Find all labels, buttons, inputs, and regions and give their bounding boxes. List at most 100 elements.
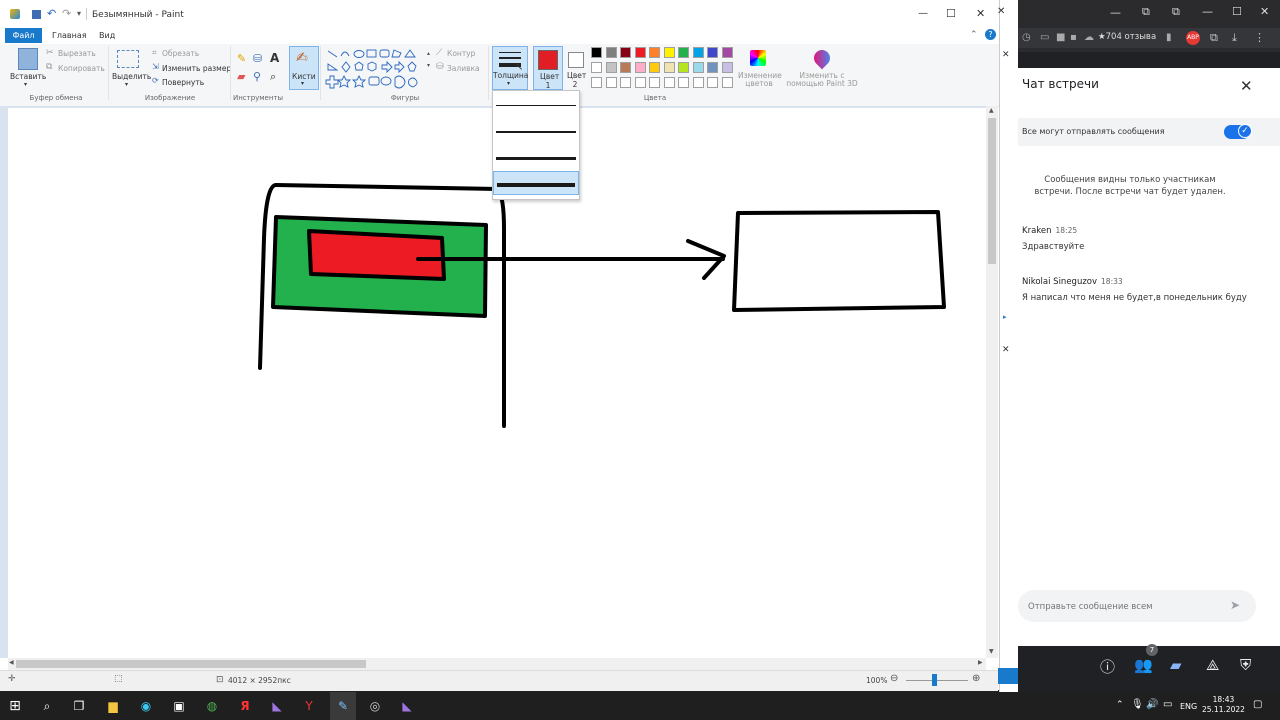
gutter-expand-icon[interactable]: ▸: [1003, 313, 1007, 321]
obs-icon[interactable]: ◎: [366, 697, 384, 715]
palette-swatch[interactable]: [692, 77, 704, 88]
scroll-right-icon[interactable]: ▶: [978, 659, 983, 666]
tray-expand-icon[interactable]: ⌃: [1116, 700, 1124, 710]
edit-colors-button[interactable]: Изменение цветов: [738, 46, 782, 90]
shapes-scroll-down-icon[interactable]: ▾: [427, 62, 430, 69]
fill-bucket-icon[interactable]: ⛁: [253, 52, 262, 65]
palette-swatch[interactable]: [634, 47, 646, 58]
paste-button[interactable]: Вставить: [10, 72, 46, 81]
gutter-close-icon-3[interactable]: ✕: [1002, 345, 1010, 355]
palette-swatch[interactable]: [707, 47, 718, 58]
shapes-gallery[interactable]: [324, 48, 428, 90]
cloud-icon[interactable]: ☁: [1084, 32, 1094, 43]
participants-icon[interactable]: 👥: [1134, 656, 1153, 674]
pencil-icon[interactable]: ✎: [237, 52, 246, 65]
palette-swatch[interactable]: [721, 77, 733, 88]
scroll-down-icon[interactable]: ▼: [989, 648, 994, 655]
palette-swatch[interactable]: [605, 77, 617, 88]
chat-bubble-icon[interactable]: ▪: [1070, 32, 1077, 43]
palette-swatch[interactable]: [649, 77, 660, 88]
tab-view[interactable]: Вид: [99, 31, 115, 40]
menu-icon[interactable]: ⋮: [1254, 31, 1265, 44]
zoom-in-icon[interactable]: ⊕: [972, 673, 980, 684]
rotate-button[interactable]: Повернуть: [162, 78, 204, 87]
select-dropdown-icon[interactable]: ▾: [125, 81, 128, 88]
palette-swatch[interactable]: [707, 77, 718, 88]
zoom-out-icon[interactable]: ⊖: [890, 673, 898, 684]
volume-icon[interactable]: 🔊: [1146, 699, 1158, 710]
palette-swatch[interactable]: [678, 47, 689, 58]
palette-swatch[interactable]: [591, 47, 602, 58]
redo-icon[interactable]: ↷: [62, 7, 71, 20]
browser-restore-button[interactable]: ⧉: [1142, 5, 1150, 19]
vertical-scroll-thumb[interactable]: [988, 118, 996, 264]
bookmark-icon[interactable]: ▮: [1166, 32, 1172, 43]
palette-swatch[interactable]: [721, 62, 733, 73]
palette-swatch[interactable]: [707, 62, 718, 73]
host-controls-icon[interactable]: ⛨: [1240, 656, 1251, 674]
thickness-option-5px[interactable]: [493, 145, 579, 169]
scroll-up-icon[interactable]: ▲: [989, 107, 994, 114]
eraser-icon[interactable]: ▰: [237, 70, 245, 83]
color1-button[interactable]: Цвет 1: [533, 46, 563, 90]
chrome-icon[interactable]: ◍: [203, 697, 221, 715]
palette-swatch[interactable]: [620, 77, 631, 88]
activities-icon[interactable]: ⟁: [1206, 656, 1219, 674]
extensions-icon[interactable]: ⧉: [1210, 31, 1218, 45]
paint-taskbar-icon[interactable]: ✎: [334, 697, 352, 715]
task-view-icon[interactable]: ❐: [70, 697, 88, 715]
network-icon[interactable]: ▭: [1163, 699, 1172, 710]
palette-swatch[interactable]: [663, 47, 675, 58]
toggle-check-icon[interactable]: ✓: [1238, 124, 1252, 138]
palette-swatch[interactable]: [591, 62, 602, 73]
tab-file[interactable]: Файл: [5, 28, 42, 43]
palette-swatch[interactable]: [634, 62, 646, 73]
chat-icon[interactable]: ▰: [1170, 656, 1182, 674]
palette-swatch[interactable]: [620, 62, 631, 73]
horizontal-scroll-thumb[interactable]: [16, 660, 366, 668]
download-icon[interactable]: ⤓: [1232, 31, 1237, 45]
fill-button[interactable]: Заливка: [447, 64, 480, 73]
tab-home[interactable]: Главная: [52, 31, 87, 40]
help-icon[interactable]: ?: [985, 29, 996, 40]
browser-minimize2-button[interactable]: —: [1202, 5, 1213, 18]
gutter-close-icon-2[interactable]: ✕: [1002, 50, 1010, 60]
zoom-slider-thumb[interactable]: [932, 674, 937, 686]
thickness-option-8px-selected[interactable]: [493, 171, 579, 195]
thickness-option-3px[interactable]: [493, 119, 579, 143]
microphone-icon[interactable]: 🎙: [1131, 699, 1144, 710]
palette-swatch[interactable]: [692, 62, 704, 73]
palette-swatch[interactable]: [620, 47, 631, 58]
camera-icon[interactable]: ■: [1056, 32, 1065, 43]
yandex-icon[interactable]: Я: [236, 697, 254, 715]
magnifier-icon[interactable]: ⌕: [270, 70, 276, 84]
color2-button[interactable]: Цвет 2: [565, 46, 587, 89]
undo-icon[interactable]: ↶: [47, 7, 56, 20]
file-explorer-icon[interactable]: ▆: [104, 697, 122, 715]
adblock-extension-icon[interactable]: ABP: [1186, 31, 1200, 45]
chat-message-input[interactable]: [1026, 598, 1220, 616]
minimize-button[interactable]: —: [918, 8, 928, 19]
windows-start-icon[interactable]: ⊞: [6, 697, 24, 715]
palette-swatch[interactable]: [605, 62, 617, 73]
browser-maximize-button[interactable]: ☐: [1232, 5, 1242, 18]
palette-swatch[interactable]: [605, 47, 617, 58]
send-icon[interactable]: ➤: [1230, 598, 1240, 612]
select-button[interactable]: Выделить: [112, 72, 151, 81]
thickness-option-1px[interactable]: [493, 93, 579, 117]
chat-close-icon[interactable]: ✕: [1240, 77, 1253, 95]
visual-studio-icon[interactable]: ◣: [268, 697, 286, 715]
palette-swatch[interactable]: [634, 77, 646, 88]
maximize-button[interactable]: ☐: [946, 7, 956, 20]
crop-button[interactable]: Обрезать: [162, 49, 199, 58]
browser-tab-strip-button[interactable]: ⧉: [1172, 5, 1180, 19]
resize-button[interactable]: Изменить размер: [162, 64, 231, 73]
quick-access-dropdown-icon[interactable]: ▾: [77, 9, 81, 18]
zoom-slider-track[interactable]: [906, 680, 968, 681]
palette-swatch[interactable]: [663, 62, 675, 73]
store-icon[interactable]: ▣: [170, 697, 188, 715]
yandex-browser-icon[interactable]: Y: [300, 697, 318, 715]
browser-minimize-button[interactable]: —: [1110, 6, 1121, 19]
palette-swatch[interactable]: [649, 62, 660, 73]
browser-close-button[interactable]: ✕: [1260, 5, 1269, 18]
